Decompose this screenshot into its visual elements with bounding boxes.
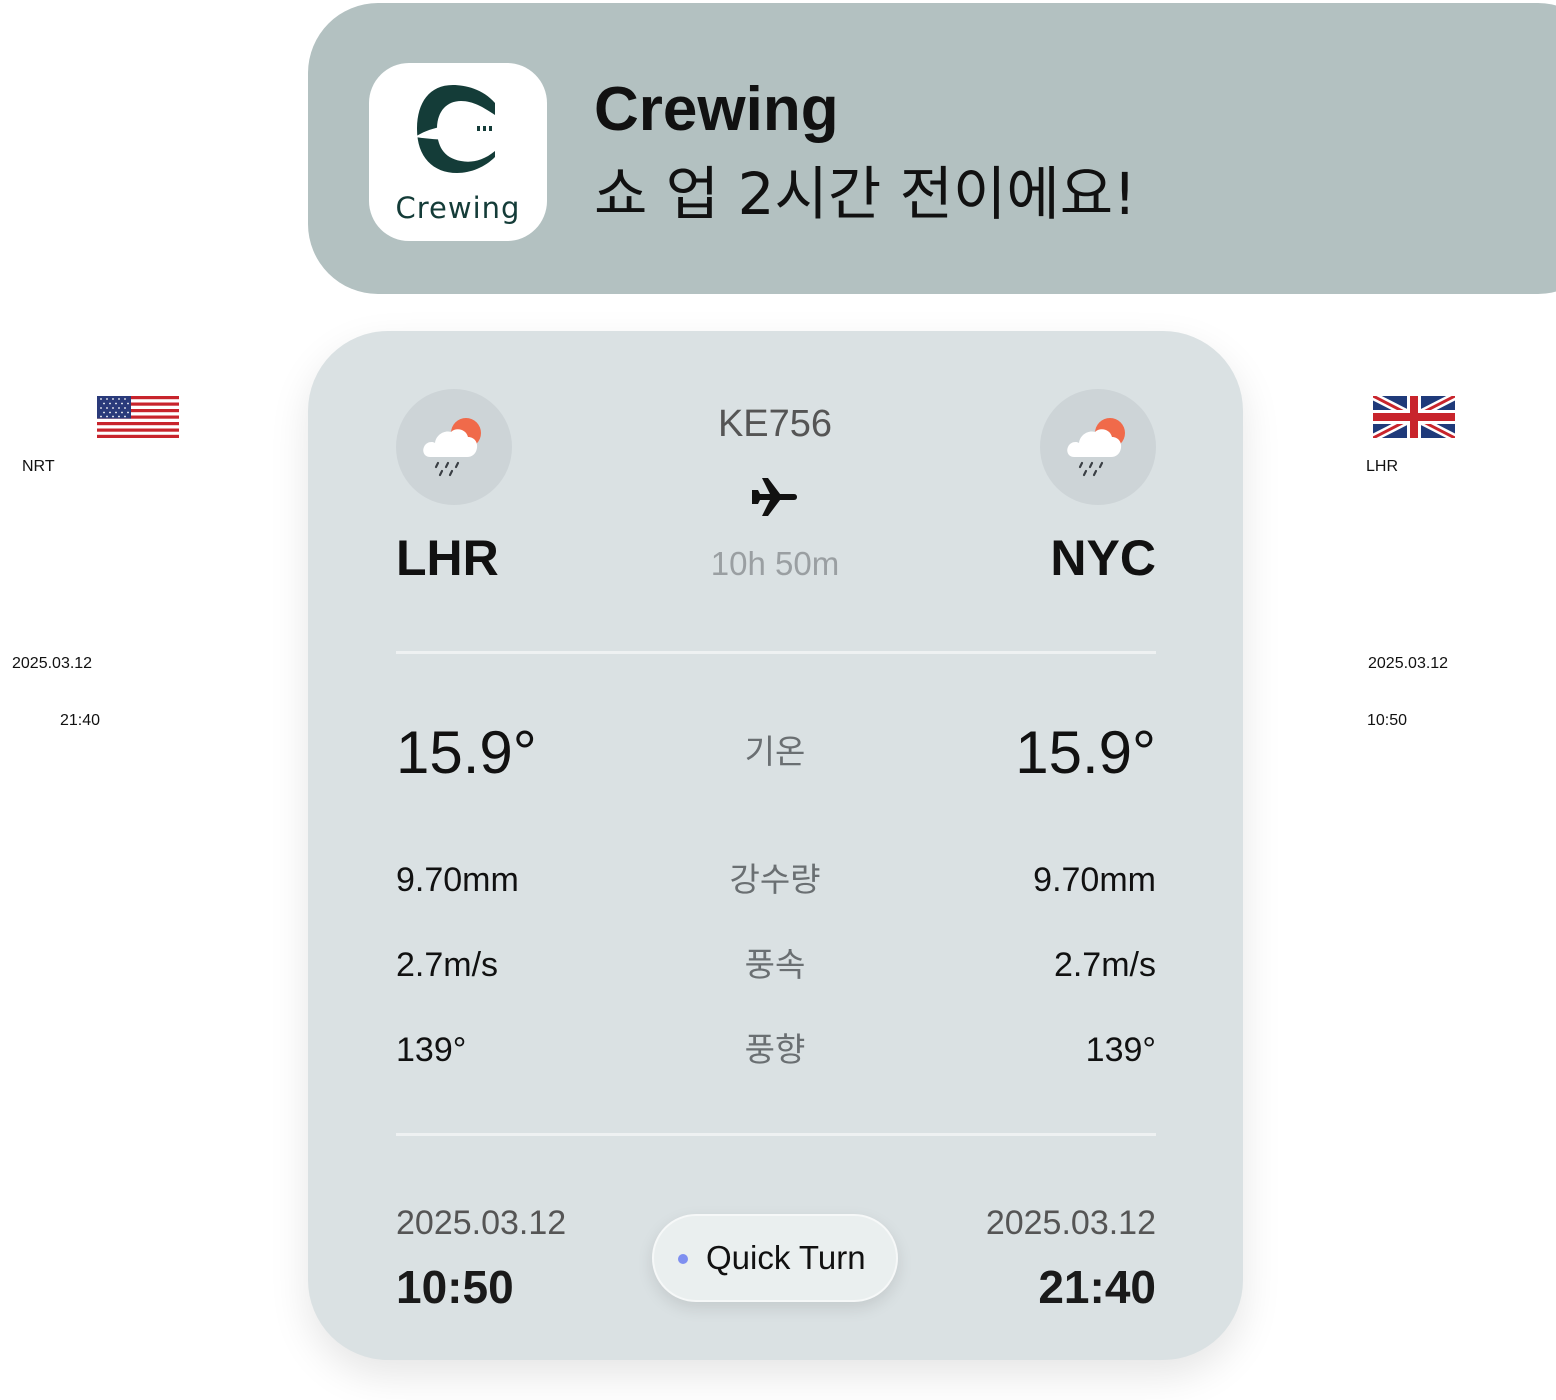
- flight-number: KE756: [717, 403, 833, 445]
- precipitation-label: 강수량: [729, 860, 821, 899]
- destination-weather-icon: [1040, 389, 1156, 505]
- quick-turn-badge[interactable]: Quick Turn: [652, 1214, 898, 1302]
- origin-wind-speed: 2.7m/s: [396, 946, 499, 984]
- quick-turn-label: Quick Turn: [706, 1239, 866, 1276]
- left-date: 2025.03.12: [12, 655, 93, 672]
- wind-direction-label: 풍향: [744, 1030, 806, 1069]
- destination-precipitation: 9.70mm: [1033, 861, 1156, 899]
- origin-date: 2025.03.12: [396, 1204, 567, 1242]
- origin-time: 10:50: [396, 1261, 514, 1313]
- app-icon-label: Crewing: [395, 191, 521, 225]
- destination-date: 2025.03.12: [985, 1204, 1156, 1242]
- destination-wind-direction: 139°: [1085, 1031, 1156, 1069]
- right-time: 10:50: [1367, 712, 1408, 729]
- origin-temperature: 15.9°: [396, 719, 537, 786]
- uk-flag-icon: [1371, 392, 1457, 443]
- us-flag-icon: [97, 396, 179, 443]
- origin-wind-direction: 139°: [396, 1031, 467, 1069]
- wind-speed-label: 풍속: [744, 945, 806, 984]
- app-icon: Crewing: [369, 63, 547, 241]
- destination-time: 21:40: [1038, 1261, 1156, 1313]
- status-dot: [678, 1254, 688, 1264]
- origin-precipitation: 9.70mm: [396, 861, 519, 899]
- left-time: 21:40: [60, 712, 101, 729]
- temperature-label: 기온: [744, 732, 806, 771]
- airplane-icon: [620, 472, 930, 522]
- crewing-logo-icon: [415, 85, 502, 173]
- card-divider-bottom: [396, 1133, 1156, 1136]
- destination-wind-speed: 2.7m/s: [1053, 946, 1156, 984]
- origin-weather-icon: [396, 389, 512, 505]
- right-airport-code: LHR: [1366, 458, 1399, 475]
- card-divider-top: [396, 651, 1156, 654]
- notification-title: Crewing: [594, 75, 839, 144]
- destination-airport-code: NYC: [1050, 530, 1156, 586]
- origin-airport-code: LHR: [396, 530, 499, 586]
- destination-temperature: 15.9°: [1015, 719, 1156, 786]
- flight-duration: 10h 50m: [710, 545, 840, 582]
- left-airport-code: NRT: [22, 458, 55, 475]
- right-date: 2025.03.12: [1368, 655, 1449, 672]
- notification-message: 쇼 업 2시간 전이에요!: [594, 160, 1137, 228]
